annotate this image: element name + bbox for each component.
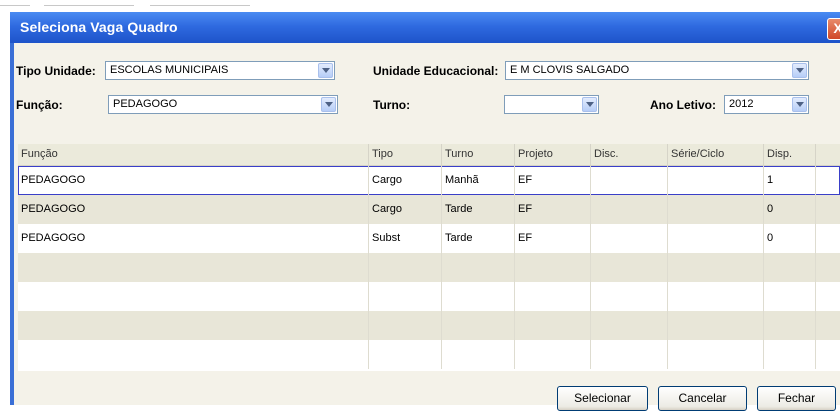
cell-tipo (369, 253, 442, 282)
chevron-down-icon[interactable] (321, 97, 336, 112)
desktop-line (0, 5, 30, 6)
cell-serie-ciclo (668, 224, 764, 253)
cell-tipo (369, 282, 442, 311)
cell-projeto (515, 311, 591, 340)
funcao-value: PEDAGOGO (113, 98, 178, 110)
cell-tipo (369, 340, 442, 369)
cell-funcao (18, 311, 369, 340)
cell-serie-ciclo (668, 340, 764, 369)
column-header-disp[interactable]: Disp. (764, 144, 816, 165)
fechar-button[interactable]: Fechar (757, 386, 836, 411)
cell-disp: 0 (764, 224, 816, 253)
ano-letivo-label: Ano Letivo: (650, 98, 716, 112)
funcao-label: Função: (16, 98, 63, 112)
cell-disc (591, 282, 668, 311)
cell-disc (591, 224, 668, 253)
table-row[interactable]: PEDAGOGO Cargo Tarde EF 0 (18, 195, 840, 224)
cell-serie-ciclo (668, 253, 764, 282)
funcao-select[interactable]: PEDAGOGO (108, 95, 338, 114)
cell-projeto: EF (515, 224, 591, 253)
cell-funcao: PEDAGOGO (18, 195, 369, 224)
chevron-down-icon[interactable] (582, 97, 597, 112)
cell-serie-ciclo (668, 311, 764, 340)
unidade-educacional-select[interactable]: E M CLOVIS SALGADO (505, 61, 809, 80)
vagas-table: Função Tipo Turno Projeto Disc. Série/Ci… (18, 144, 840, 371)
chevron-down-icon[interactable] (792, 97, 807, 112)
cell-serie-ciclo (668, 166, 764, 195)
desktop-line (44, 5, 134, 6)
cell-projeto (515, 253, 591, 282)
cell-serie-ciclo (668, 282, 764, 311)
cell-turno: Manhã (442, 166, 515, 195)
cell-disc (591, 253, 668, 282)
cell-turno (442, 340, 515, 369)
cell-serie-ciclo (668, 195, 764, 224)
cell-funcao (18, 282, 369, 311)
cell-turno (442, 282, 515, 311)
turno-select[interactable] (504, 95, 599, 114)
desktop-line (150, 5, 250, 6)
cell-turno (442, 253, 515, 282)
table-row[interactable]: PEDAGOGO Cargo Manhã EF 1 (18, 166, 840, 195)
window-title: Seleciona Vaga Quadro (20, 19, 178, 35)
cell-turno (442, 311, 515, 340)
column-header-projeto[interactable]: Projeto (515, 144, 591, 165)
table-row[interactable] (18, 253, 840, 282)
close-icon: X (833, 20, 840, 36)
ano-letivo-value: 2012 (729, 98, 754, 110)
cell-funcao (18, 253, 369, 282)
cell-disc (591, 195, 668, 224)
chevron-down-icon[interactable] (792, 63, 807, 78)
unidade-educacional-value: E M CLOVIS SALGADO (510, 64, 630, 76)
cell-projeto (515, 340, 591, 369)
table-row[interactable] (18, 282, 840, 311)
unidade-educacional-label: Unidade Educacional: (373, 64, 499, 78)
title-bar[interactable]: Seleciona Vaga Quadro X (10, 12, 840, 43)
desktop-background (0, 0, 840, 12)
dialog-content: Tipo Unidade: ESCOLAS MUNICIPAIS Unidade… (14, 43, 840, 411)
cell-tipo: Cargo (369, 166, 442, 195)
tipo-unidade-label: Tipo Unidade: (16, 64, 96, 78)
column-header-filler (816, 144, 840, 165)
dialog-window: Seleciona Vaga Quadro X Tipo Unidade: ES… (10, 12, 840, 411)
cell-tipo: Cargo (369, 195, 442, 224)
column-header-serie-ciclo[interactable]: Série/Ciclo (668, 144, 764, 165)
cell-disp (764, 311, 816, 340)
cell-disp (764, 253, 816, 282)
column-header-disc[interactable]: Disc. (591, 144, 668, 165)
ano-letivo-select[interactable]: 2012 (724, 95, 809, 114)
close-button[interactable]: X (827, 18, 840, 40)
cell-disp: 0 (764, 195, 816, 224)
table-row[interactable]: PEDAGOGO Subst Tarde EF 0 (18, 224, 840, 253)
table-header: Função Tipo Turno Projeto Disc. Série/Ci… (18, 144, 840, 166)
cell-projeto: EF (515, 166, 591, 195)
cell-funcao: PEDAGOGO (18, 224, 369, 253)
cell-turno: Tarde (442, 195, 515, 224)
cell-tipo: Subst (369, 224, 442, 253)
cell-disc (591, 166, 668, 195)
tipo-unidade-value: ESCOLAS MUNICIPAIS (110, 64, 229, 76)
table-row[interactable] (18, 311, 840, 340)
chevron-down-icon[interactable] (318, 63, 333, 78)
cell-disp (764, 282, 816, 311)
column-header-funcao[interactable]: Função (18, 144, 369, 165)
cell-disp: 1 (764, 166, 816, 195)
tipo-unidade-select[interactable]: ESCOLAS MUNICIPAIS (105, 61, 335, 80)
cancelar-button[interactable]: Cancelar (658, 386, 747, 411)
column-header-tipo[interactable]: Tipo (369, 144, 442, 165)
cell-projeto: EF (515, 195, 591, 224)
cell-tipo (369, 311, 442, 340)
cell-disp (764, 340, 816, 369)
turno-label: Turno: (373, 98, 411, 112)
cell-disc (591, 340, 668, 369)
cell-turno: Tarde (442, 224, 515, 253)
column-header-turno[interactable]: Turno (442, 144, 515, 165)
cell-disc (591, 311, 668, 340)
cell-funcao: PEDAGOGO (18, 166, 369, 195)
selecionar-button[interactable]: Selecionar (557, 386, 648, 411)
cell-projeto (515, 282, 591, 311)
table-row[interactable] (18, 340, 840, 369)
cell-funcao (18, 340, 369, 369)
